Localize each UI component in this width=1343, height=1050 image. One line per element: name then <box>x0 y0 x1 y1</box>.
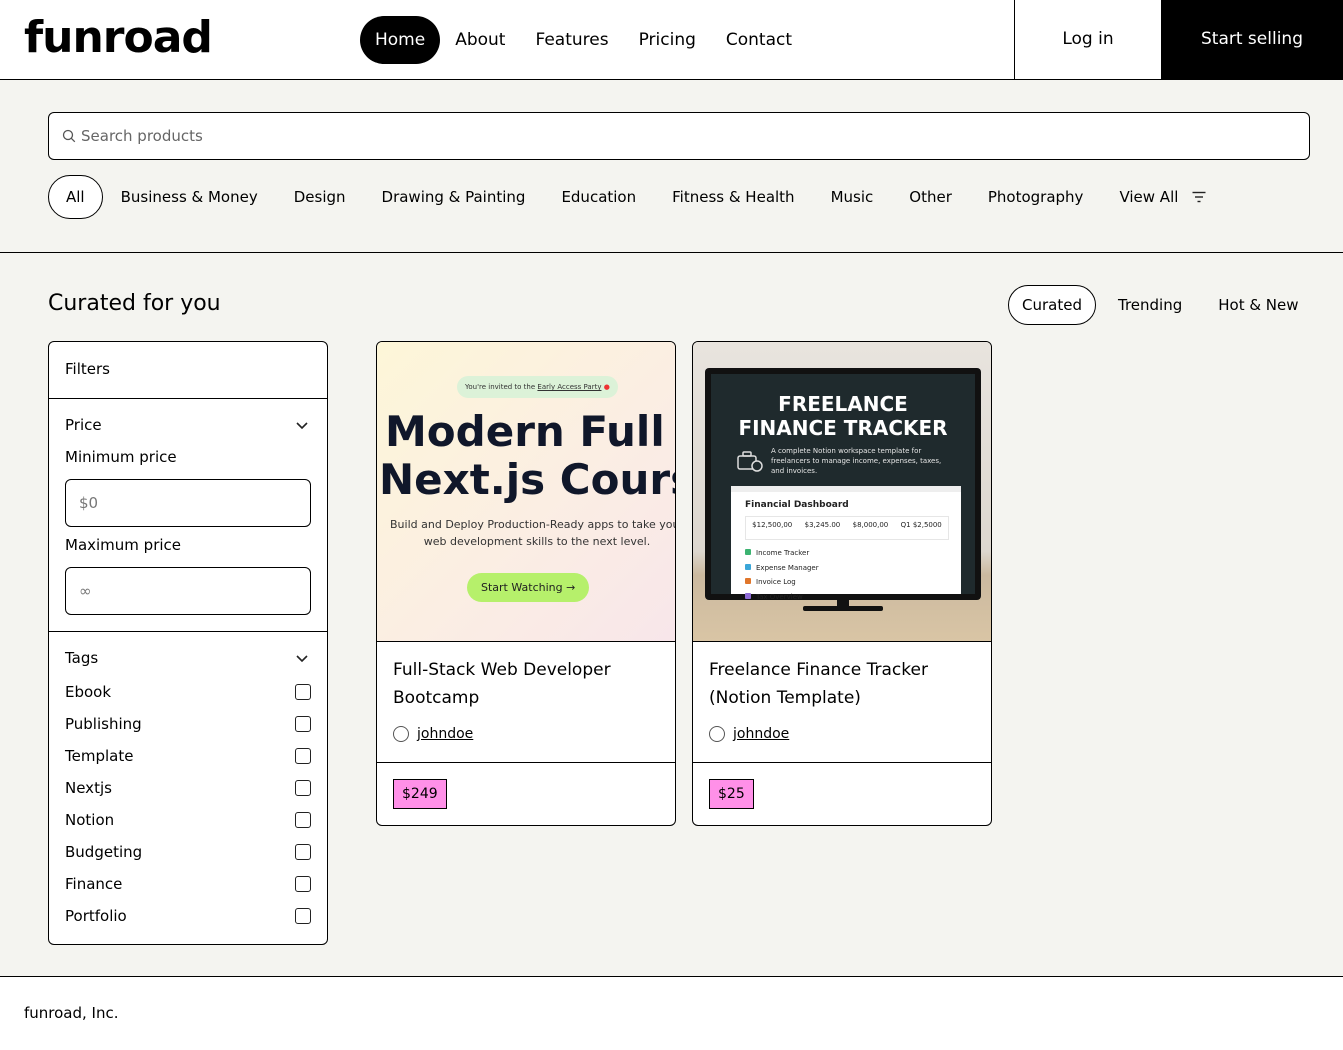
monitor-illustration: FREELANCE FINANCE TRACKER A complete Noti… <box>705 368 981 601</box>
tag-label: Nextjs <box>65 779 112 797</box>
max-price-label: Maximum price <box>65 536 182 554</box>
category-photography[interactable]: Photography <box>970 175 1102 219</box>
invite-pill: You're invited to the Early Access Party… <box>457 376 618 398</box>
search-input[interactable] <box>81 113 1281 159</box>
footer-text: funroad, Inc. <box>24 1004 119 1022</box>
image-headline: Modern Full StNext.js Course <box>379 407 675 504</box>
page-title: Curated for you <box>48 291 221 316</box>
author-name[interactable]: johndoe <box>417 726 473 742</box>
author-name[interactable]: johndoe <box>733 726 789 742</box>
nav-home[interactable]: Home <box>360 16 441 64</box>
category-business-money[interactable]: Business & Money <box>103 175 276 219</box>
product-image[interactable]: You're invited to the Early Access Party… <box>377 342 675 642</box>
tab-trending[interactable]: Trending <box>1104 285 1196 325</box>
dashboard-preview: Financial Dashboard $12,500,00 $3,245.00… <box>731 486 961 601</box>
main-content: Curated for you Curated Trending Hot & N… <box>0 253 1343 977</box>
tag-budgeting[interactable]: Budgeting <box>65 841 311 863</box>
tag-ebook[interactable]: Ebook <box>65 681 311 703</box>
search-icon <box>62 129 76 143</box>
price-filter: Price Minimum price $0 Maximum price ∞ <box>49 399 327 632</box>
image-description: A complete Notion workspace template for… <box>771 447 942 475</box>
price-badge: $25 <box>709 779 754 809</box>
category-fitness-health[interactable]: Fitness & Health <box>654 175 812 219</box>
login-button[interactable]: Log in <box>1014 0 1161 79</box>
tag-nextjs[interactable]: Nextjs <box>65 777 311 799</box>
avatar <box>709 726 725 742</box>
tags-title[interactable]: Tags <box>65 649 98 667</box>
chevron-down-icon[interactable] <box>295 654 309 664</box>
image-subtitle: Build and Deploy Production-Ready apps t… <box>390 518 675 548</box>
product-card[interactable]: You're invited to the Early Access Party… <box>376 341 676 826</box>
tag-label: Template <box>65 747 134 765</box>
tag-label: Publishing <box>65 715 142 733</box>
product-card[interactable]: FREELANCE FINANCE TRACKER A complete Noti… <box>692 341 992 826</box>
max-price-input[interactable]: ∞ <box>65 567 311 615</box>
tag-finance[interactable]: Finance <box>65 873 311 895</box>
product-footer: $25 <box>693 762 991 825</box>
product-title[interactable]: Full-Stack Web Developer Bootcamp <box>393 656 663 712</box>
category-bar: All Business & Money Design Drawing & Pa… <box>48 175 1206 219</box>
filters-heading: Filters <box>49 342 327 399</box>
price-badge: $249 <box>393 779 447 809</box>
tag-label: Notion <box>65 811 115 829</box>
briefcase-icon <box>737 451 763 472</box>
chevron-down-icon[interactable] <box>295 421 309 431</box>
tag-checkbox[interactable] <box>295 716 311 732</box>
product-title[interactable]: Freelance Finance Tracker (Notion Templa… <box>709 656 979 712</box>
start-watching-button: Start Watching → <box>467 573 590 602</box>
tag-publishing[interactable]: Publishing <box>65 713 311 735</box>
product-footer: $249 <box>377 762 675 825</box>
tag-checkbox[interactable] <box>295 876 311 892</box>
category-music[interactable]: Music <box>813 175 892 219</box>
image-headline: FREELANCE FINANCE TRACKER <box>738 392 948 440</box>
avatar <box>393 726 409 742</box>
min-price-label: Minimum price <box>65 448 177 466</box>
filter-list-icon[interactable] <box>1192 191 1206 203</box>
category-other[interactable]: Other <box>891 175 970 219</box>
tab-hot-new[interactable]: Hot & New <box>1204 285 1312 325</box>
header: funroad Home About Features Pricing Cont… <box>0 0 1343 80</box>
sort-tabs: Curated Trending Hot & New <box>1008 285 1321 325</box>
footer: funroad, Inc. <box>0 978 1343 1050</box>
tag-checkbox[interactable] <box>295 780 311 796</box>
category-education[interactable]: Education <box>543 175 654 219</box>
tag-checkbox[interactable] <box>295 748 311 764</box>
tags-filter: Tags Ebook Publishing Template Nextjs No… <box>49 632 327 942</box>
filters-panel: Filters Price Minimum price $0 Maximum p… <box>48 341 328 945</box>
tab-curated[interactable]: Curated <box>1008 285 1096 325</box>
tag-label: Portfolio <box>65 907 127 925</box>
category-view-all[interactable]: View All <box>1101 175 1196 219</box>
tag-notion[interactable]: Notion <box>65 809 311 831</box>
nav-about[interactable]: About <box>440 16 520 64</box>
category-all[interactable]: All <box>48 175 103 219</box>
search-area: All Business & Money Design Drawing & Pa… <box>0 80 1343 253</box>
price-title[interactable]: Price <box>65 416 102 434</box>
product-author[interactable]: johndoe <box>709 726 789 742</box>
tag-checkbox[interactable] <box>295 908 311 924</box>
tag-checkbox[interactable] <box>295 812 311 828</box>
nav-features[interactable]: Features <box>520 16 623 64</box>
search-box[interactable] <box>48 112 1310 160</box>
tag-label: Finance <box>65 875 123 893</box>
tag-template[interactable]: Template <box>65 745 311 767</box>
tag-checkbox[interactable] <box>295 844 311 860</box>
tag-portfolio[interactable]: Portfolio <box>65 905 311 927</box>
logo[interactable]: funroad <box>24 8 213 68</box>
product-image[interactable]: FREELANCE FINANCE TRACKER A complete Noti… <box>693 342 991 642</box>
start-selling-button[interactable]: Start selling <box>1161 0 1343 79</box>
tag-label: Ebook <box>65 683 112 701</box>
product-author[interactable]: johndoe <box>393 726 473 742</box>
min-price-input[interactable]: $0 <box>65 479 311 527</box>
nav-contact[interactable]: Contact <box>711 16 807 64</box>
tag-label: Budgeting <box>65 843 143 861</box>
category-drawing-painting[interactable]: Drawing & Painting <box>364 175 544 219</box>
category-design[interactable]: Design <box>276 175 364 219</box>
main-nav: Home About Features Pricing Contact <box>360 16 807 64</box>
tag-checkbox[interactable] <box>295 684 311 700</box>
nav-pricing[interactable]: Pricing <box>624 16 711 64</box>
